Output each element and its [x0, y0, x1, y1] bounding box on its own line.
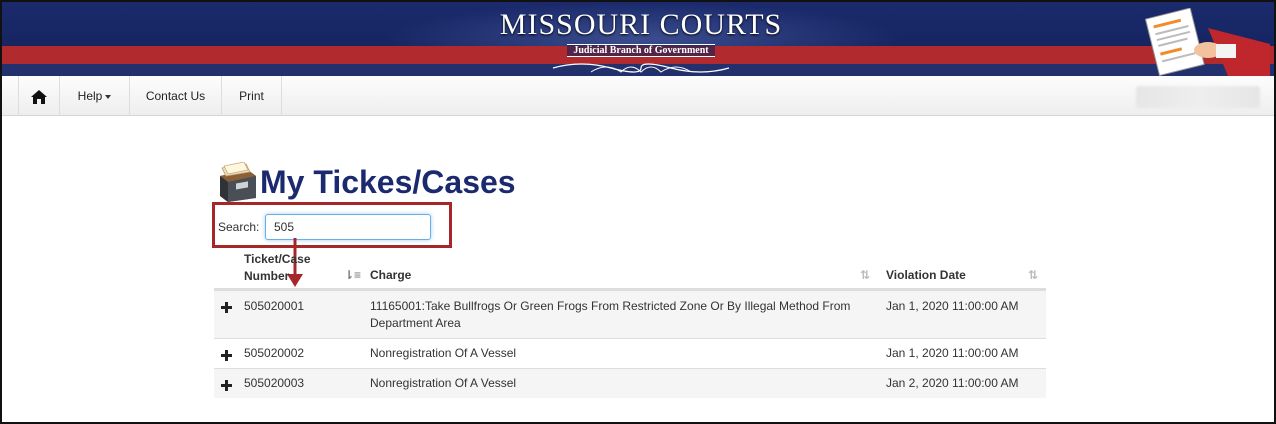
ticket-number: 505020002	[244, 346, 305, 360]
violation-date: Jan 1, 2020 11:00:00 AM	[886, 299, 1019, 313]
sort-icon[interactable]: ⇅	[860, 268, 870, 282]
main-navbar: Help Contact Us Print	[2, 76, 1274, 116]
search-label: Search:	[218, 220, 260, 234]
sort-desc-icon[interactable]: ⇂≡	[344, 268, 361, 282]
search-input[interactable]	[265, 214, 431, 240]
charge-text: 11165001:Take Bullfrogs Or Green Frogs F…	[370, 299, 851, 330]
redacted-user-area	[1136, 86, 1260, 108]
ticket-number: 505020003	[244, 376, 305, 390]
sort-icon[interactable]: ⇅	[1028, 268, 1038, 282]
nav-help-dropdown[interactable]: Help	[60, 76, 130, 116]
logo-title: MISSOURI COURTS	[499, 8, 783, 41]
document-hand-icon	[1144, 8, 1270, 76]
table-header: Ticket/Case Number ⇂≡ Charge ⇅ Violation…	[214, 248, 1046, 290]
missouri-courts-logo[interactable]: MISSOURI COURTS Judicial Branch of Gover…	[496, 8, 786, 73]
column-header-ticket[interactable]: Ticket/Case Number	[244, 251, 314, 293]
nav-home[interactable]	[18, 76, 60, 116]
table-row[interactable]: 505020002 Nonregistration Of A Vessel Ja…	[214, 338, 1046, 368]
expand-row-icon[interactable]	[220, 301, 232, 313]
expand-row-icon[interactable]	[220, 379, 232, 391]
table-row[interactable]: 505020001 11165001:Take Bullfrogs Or Gre…	[214, 290, 1046, 338]
charge-text: Nonregistration Of A Vessel	[370, 346, 517, 360]
page-title-block: My Tickes/Cases	[216, 162, 516, 202]
site-banner: MISSOURI COURTS Judicial Branch of Gover…	[2, 2, 1274, 76]
flourish-ornament-icon	[552, 63, 730, 73]
nav-help-label: Help	[77, 89, 103, 103]
page-frame: MISSOURI COURTS Judicial Branch of Gover…	[0, 0, 1276, 424]
caret-down-icon	[105, 94, 112, 99]
ticket-number: 505020001	[244, 299, 305, 313]
nav-contact-us[interactable]: Contact Us	[130, 76, 222, 116]
home-icon	[31, 89, 47, 104]
nav-print[interactable]: Print	[222, 76, 282, 116]
expand-row-icon[interactable]	[220, 349, 232, 361]
violation-date: Jan 2, 2020 11:00:00 AM	[886, 376, 1019, 390]
logo-subtitle: Judicial Branch of Government	[567, 44, 715, 57]
table-row[interactable]: 505020003 Nonregistration Of A Vessel Ja…	[214, 368, 1046, 398]
charge-text: Nonregistration Of A Vessel	[370, 376, 517, 390]
file-cabinet-icon	[220, 162, 256, 202]
tickets-table: Ticket/Case Number ⇂≡ Charge ⇅ Violation…	[214, 248, 1046, 398]
page-title: My Tickes/Cases	[260, 163, 516, 200]
violation-date: Jan 1, 2020 11:00:00 AM	[886, 346, 1019, 360]
